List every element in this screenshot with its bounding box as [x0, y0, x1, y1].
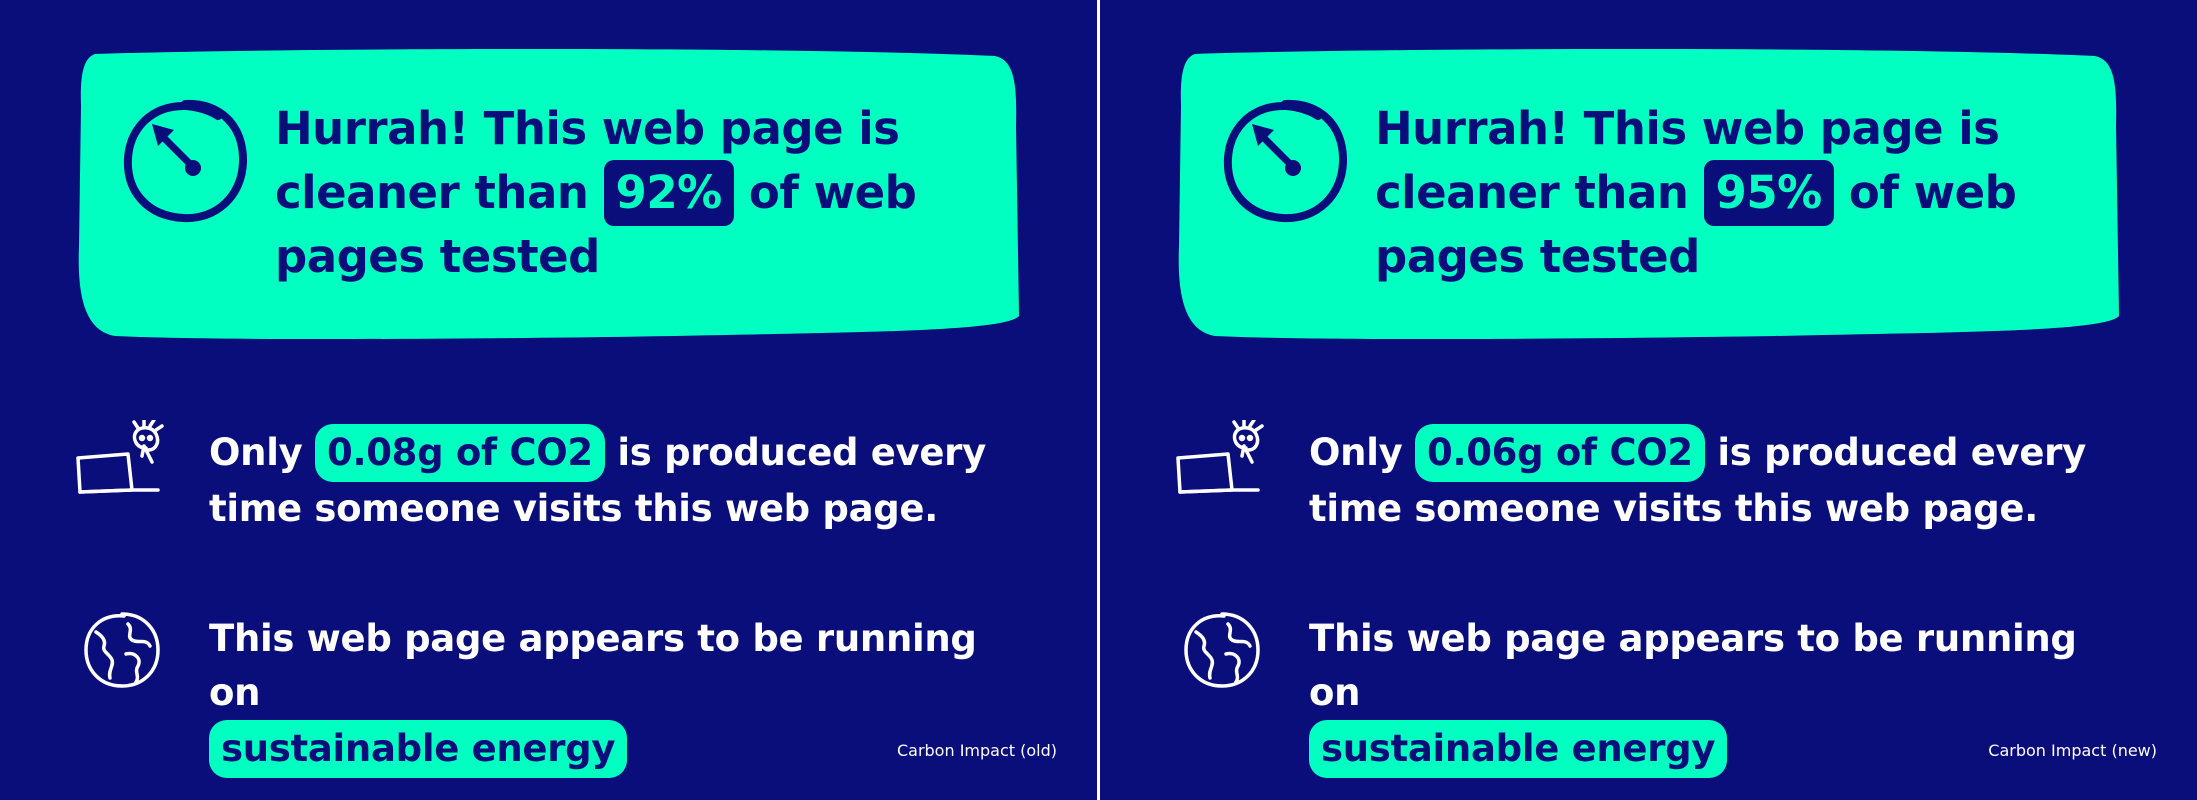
clock-icon — [1223, 99, 1348, 223]
panel-caption: Carbon Impact (new) — [1988, 741, 2157, 760]
hero-line-3: pages tested — [1375, 230, 1700, 283]
co2-line-2: time someone visits this web page. — [209, 487, 938, 530]
cleaner-percent-badge: 95% — [1703, 160, 1834, 226]
co2-post: is produced every — [1717, 431, 2086, 474]
hero-line-3: pages tested — [275, 230, 600, 283]
hero-line-1: Hurrah! This web page is — [275, 102, 900, 155]
co2-pre: Only — [209, 431, 303, 474]
carbon-panel-new: Hurrah! This web page is cleaner than 95… — [1100, 0, 2197, 800]
sustainable-energy-badge: sustainable energy — [1309, 720, 1728, 778]
carbon-panel-old: Hurrah! This web page is cleaner than 92… — [0, 0, 1097, 800]
hero-line-1: Hurrah! This web page is — [1375, 102, 2000, 155]
result-banner: Hurrah! This web page is cleaner than 95… — [1175, 46, 2120, 342]
globe-icon — [84, 612, 160, 688]
co2-statement: Only 0.08g of CO2 is produced every time… — [209, 424, 1029, 536]
hero-headline: Hurrah! This web page is cleaner than 95… — [1375, 98, 2095, 288]
hero-line-2-pre: cleaner than — [1375, 166, 1689, 219]
hero-line-2-post: of web — [1848, 166, 2017, 219]
clock-icon — [123, 99, 248, 223]
cleaner-percent-badge: 92% — [603, 160, 734, 226]
co2-amount-badge: 0.06g of CO2 — [1415, 424, 1705, 482]
co2-line-2: time someone visits this web page. — [1309, 487, 2038, 530]
globe-icon — [1184, 612, 1260, 688]
co2-line-1: Only 0.06g of CO2 is produced every — [1309, 424, 2129, 482]
panel-caption: Carbon Impact (old) — [896, 741, 1057, 760]
hero-line-2-pre: cleaner than — [275, 166, 589, 219]
co2-pre: Only — [1309, 431, 1403, 474]
hero-line-2: cleaner than 92% of web — [275, 160, 995, 226]
energy-line-1: This web page appears to be running on — [209, 617, 977, 714]
hero-line-2: cleaner than 95% of web — [1375, 160, 2095, 226]
result-banner: Hurrah! This web page is cleaner than 92… — [75, 46, 1020, 342]
co2-statement: Only 0.06g of CO2 is produced every time… — [1309, 424, 2129, 536]
co2-amount-badge: 0.08g of CO2 — [315, 424, 605, 482]
hero-headline: Hurrah! This web page is cleaner than 92… — [275, 98, 995, 288]
energy-line-1: This web page appears to be running on — [1309, 617, 2077, 714]
sustainable-energy-badge: sustainable energy — [209, 720, 628, 778]
laptop-person-icon — [1176, 420, 1264, 494]
laptop-person-icon — [76, 420, 164, 494]
co2-post: is produced every — [617, 431, 986, 474]
hero-line-2-post: of web — [748, 166, 917, 219]
co2-line-1: Only 0.08g of CO2 is produced every — [209, 424, 1029, 482]
